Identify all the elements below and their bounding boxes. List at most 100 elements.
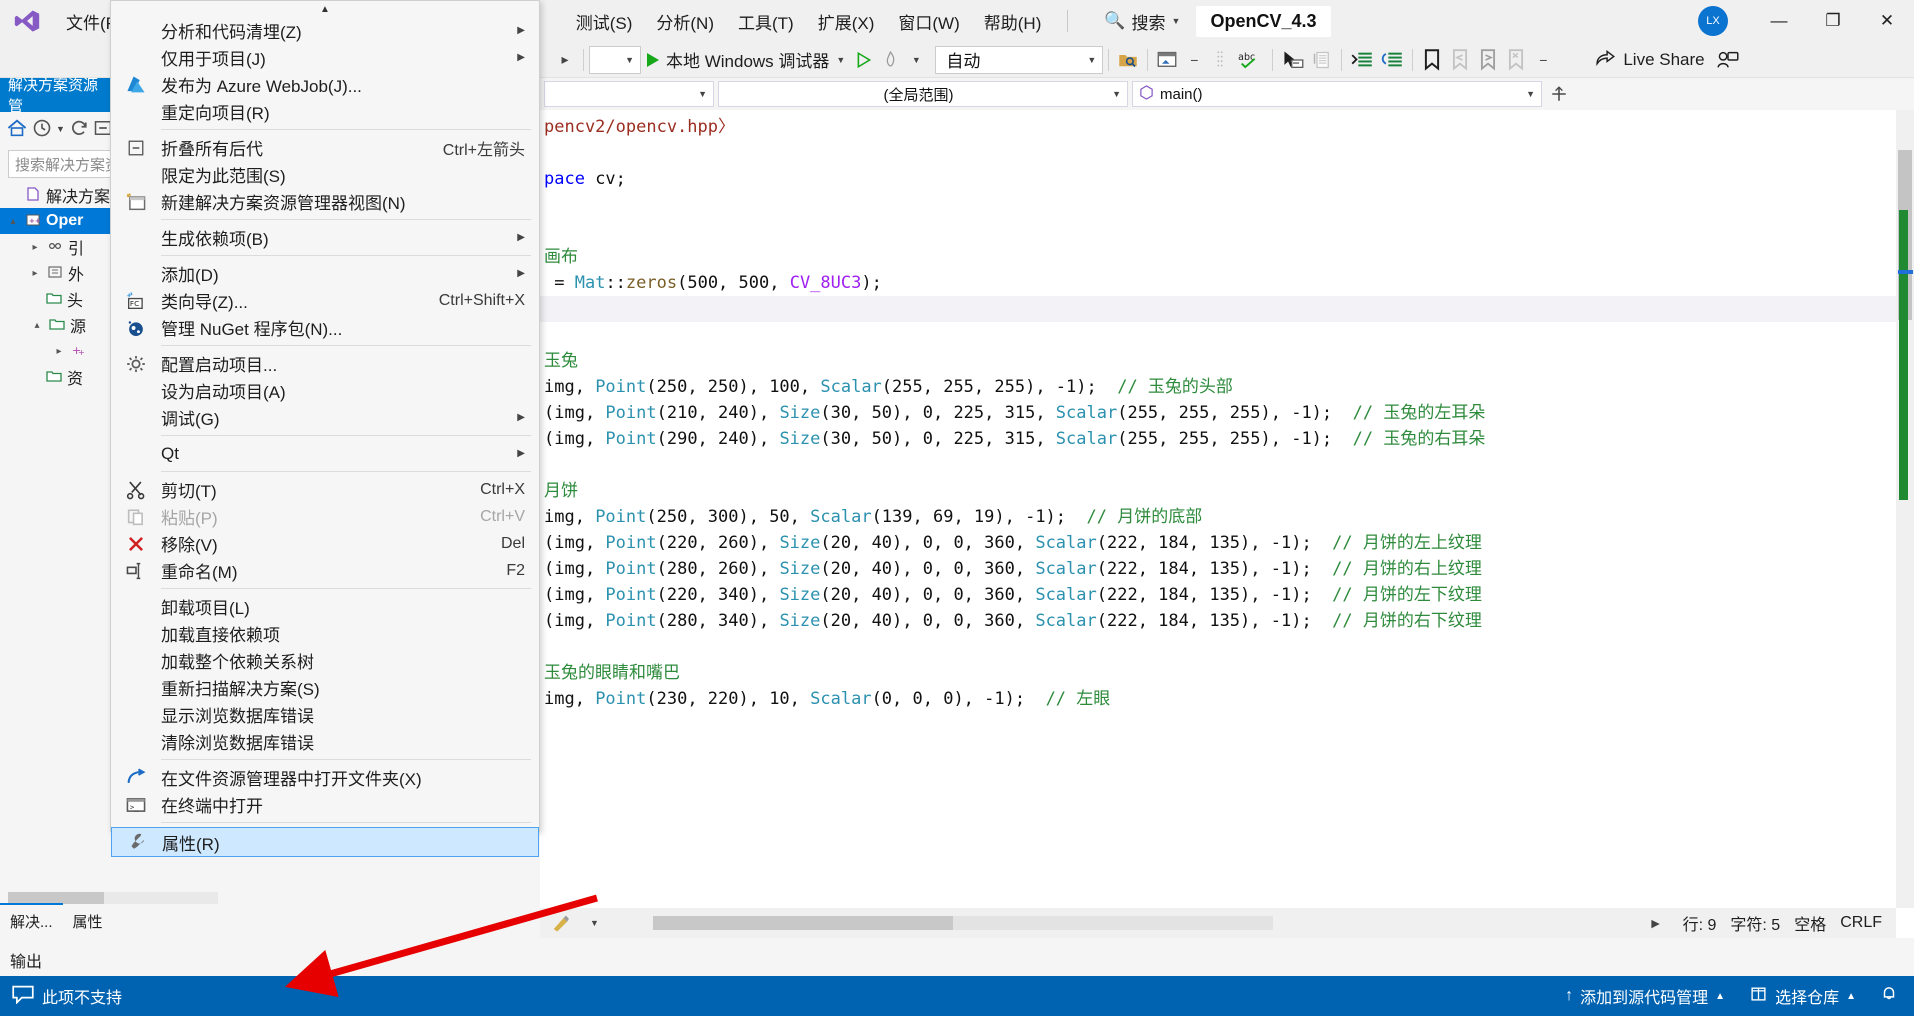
start-without-debugging-icon[interactable] <box>851 45 877 75</box>
twisty-icon[interactable]: ▸ <box>28 268 42 279</box>
context-menu-item[interactable]: 管理 NuGet 程序包(N)... <box>111 314 539 341</box>
context-menu-item[interactable]: 限定为此范围(S) <box>111 161 539 188</box>
context-menu-item[interactable]: 属性(R) <box>111 827 539 857</box>
menu-window[interactable]: 窗口(W) <box>886 3 971 40</box>
context-menu-item[interactable]: 重定向项目(R) <box>111 98 539 125</box>
tree-item-label: 源 <box>70 319 87 336</box>
home-icon[interactable] <box>6 118 28 141</box>
context-menu-item[interactable]: FC 类向导(Z)... Ctrl+Shift+X <box>111 287 539 314</box>
editor-horizontal-scrollbar[interactable] <box>652 916 1273 930</box>
twisty-icon[interactable]: ▸ <box>52 346 66 357</box>
people-icon[interactable] <box>1713 45 1743 75</box>
menu-tools[interactable]: 工具(T) <box>726 3 806 40</box>
code-token: Point <box>605 403 657 423</box>
tab-properties[interactable]: 属性 <box>62 905 113 938</box>
context-menu-item[interactable]: 折叠所有后代 Ctrl+左箭头 <box>111 134 539 161</box>
close-button[interactable]: ✕ <box>1860 0 1914 42</box>
context-menu-item[interactable]: 显示浏览数据库错误 <box>111 701 539 728</box>
menu-help[interactable]: 帮助(H) <box>972 3 1054 40</box>
code-suggestion-icon[interactable] <box>546 908 576 938</box>
context-menu-item[interactable]: 重新扫描解决方案(S) <box>111 674 539 701</box>
scrollbar-thumb[interactable] <box>652 916 953 930</box>
tab-solution-explorer[interactable]: 解决... <box>0 903 63 938</box>
chevron-down-icon[interactable]: ▼ <box>903 45 929 75</box>
platform-combo[interactable]: 自动 ▼ <box>935 45 1104 74</box>
nav-member-combo[interactable]: main() ▼ <box>1132 81 1542 107</box>
outdent-icon[interactable] <box>1377 45 1407 75</box>
scroll-right-arrow-icon[interactable]: ► <box>1643 908 1669 938</box>
twisty-icon[interactable]: ▴ <box>6 216 20 227</box>
context-menu-item[interactable]: 重命名(M) F2 <box>111 557 539 584</box>
restore-button[interactable]: ❐ <box>1806 0 1860 42</box>
live-share-button[interactable]: Live Share <box>1588 48 1712 71</box>
start-debug-button[interactable]: 本地 Windows 调试器 ▼ <box>641 47 851 72</box>
menu-test[interactable]: 测试(S) <box>564 3 645 40</box>
context-menu-item[interactable]: 配置启动项目... <box>111 350 539 377</box>
editor-vertical-scrollbar[interactable] <box>1896 110 1914 908</box>
split-editor-icon[interactable] <box>1546 79 1572 109</box>
context-menu-item[interactable]: 生成依赖项(B) ▶ <box>111 224 539 251</box>
code-line: pace cv; <box>540 166 1896 192</box>
add-to-source-control-button[interactable]: ↑ 添加到源代码管理 ▲ <box>1565 984 1725 1008</box>
select-repository-button[interactable]: 选择仓库 ▲ <box>1749 984 1856 1008</box>
rename-icon <box>111 561 161 581</box>
context-menu-item[interactable]: 剪切(T) Ctrl+X <box>111 476 539 503</box>
nav-scope-combo[interactable]: (全局范围) ▼ <box>718 81 1128 107</box>
context-menu-item[interactable]: Qt ▶ <box>111 440 539 467</box>
avatar[interactable]: LX <box>1698 6 1728 36</box>
toolbar-minus-2-icon[interactable]: − <box>1530 45 1556 75</box>
window-layout-icon[interactable] <box>1153 45 1181 75</box>
context-menu-item[interactable]: 发布为 Azure WebJob(J)... <box>111 71 539 98</box>
chevron-down-icon[interactable]: ▼ <box>56 124 65 134</box>
comment-icon[interactable] <box>1308 45 1336 75</box>
tree-item-label: 解决方案 <box>46 189 111 206</box>
toolbar-overflow-button[interactable]: ▸ <box>552 45 578 75</box>
refresh-icon[interactable] <box>69 118 89 141</box>
scroll-up-arrow-icon[interactable]: ▲ <box>111 1 539 17</box>
twisty-icon[interactable]: ▴ <box>30 320 44 331</box>
bookmark-icon[interactable] <box>1418 45 1446 75</box>
prev-bookmark-icon[interactable] <box>1446 45 1474 75</box>
next-bookmark-icon[interactable] <box>1474 45 1502 75</box>
context-menu-item[interactable]: 移除(V) Del <box>111 530 539 557</box>
context-menu-item[interactable]: 调试(G) ▶ <box>111 404 539 431</box>
context-menu-item[interactable]: 在文件资源管理器中打开文件夹(X) <box>111 764 539 791</box>
context-menu-item[interactable]: 加载整个依赖关系树 <box>111 647 539 674</box>
menu-extensions[interactable]: 扩展(X) <box>806 3 887 40</box>
context-menu-item[interactable]: >_ 在终端中打开 <box>111 791 539 818</box>
context-menu-item[interactable]: 清除浏览数据库错误 <box>111 728 539 755</box>
code-token: (255, 255, 255), -1); <box>1117 429 1353 449</box>
scissors-icon <box>111 480 161 500</box>
menu-separator <box>161 588 531 589</box>
code-token: (255, 255, 255), -1); <box>1117 403 1353 423</box>
menu-analyze[interactable]: 分析(N) <box>644 3 726 40</box>
configuration-combo[interactable]: ▼ <box>589 45 641 74</box>
context-menu-item[interactable]: 卸载项目(L) <box>111 593 539 620</box>
context-menu-item[interactable]: 新建解决方案资源管理器视图(N) <box>111 188 539 215</box>
toolbar-dotted-icon[interactable] <box>1207 45 1233 75</box>
minimize-button[interactable]: — <box>1752 0 1806 42</box>
nav-project-combo[interactable]: ▼ <box>544 81 714 107</box>
spelling-abc-icon[interactable]: abc <box>1233 45 1267 75</box>
notifications-button[interactable] <box>1880 984 1898 1008</box>
code-token: (20, 40), 0, 0, 360, <box>820 559 1036 579</box>
pointer-icon[interactable] <box>1278 45 1308 75</box>
context-menu-item[interactable]: 分析和代码清埋(Z) ▶ <box>111 17 539 44</box>
twisty-icon[interactable]: ▸ <box>28 242 42 253</box>
code-token: (222, 184, 135), -1); <box>1096 559 1333 579</box>
solution-explorer-tab[interactable]: 解决方案资源管 <box>0 77 120 115</box>
code-text-area[interactable]: pencv2/opencv.hpp〉 pace cv; 画布 = Mat::ze… <box>540 110 1896 908</box>
context-menu-item[interactable]: 设为启动项目(A) <box>111 377 539 404</box>
hot-reload-icon[interactable] <box>877 45 903 75</box>
search-input[interactable]: 🔍 搜索 ▼ <box>1104 9 1180 34</box>
indent-icon[interactable] <box>1347 45 1377 75</box>
clear-bookmark-icon[interactable] <box>1502 45 1530 75</box>
context-menu-item[interactable]: 加载直接依赖项 <box>111 620 539 647</box>
toolbar-minus-icon[interactable]: − <box>1181 45 1207 75</box>
menu-separator <box>161 345 531 346</box>
history-icon[interactable] <box>32 118 52 141</box>
find-in-files-icon[interactable] <box>1114 45 1142 75</box>
chevron-down-icon[interactable]: ▼ <box>590 918 599 928</box>
context-menu-item[interactable]: 添加(D) ▶ <box>111 260 539 287</box>
context-menu-item[interactable]: 仅用于项目(J) ▶ <box>111 44 539 71</box>
